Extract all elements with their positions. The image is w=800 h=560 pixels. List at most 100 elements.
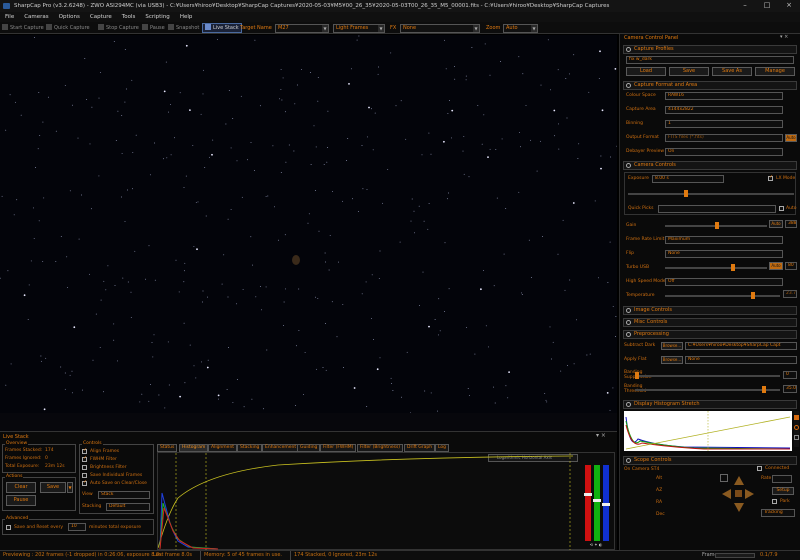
- rate-select[interactable]: [772, 475, 792, 483]
- red-level-bar[interactable]: [585, 465, 591, 541]
- live-stack-close-icon[interactable]: ▾ ×: [596, 432, 606, 439]
- connected-checkbox[interactable]: [757, 466, 762, 471]
- live-histogram-area[interactable]: Logarithmic Horizontal Axis ⟲ ✦ ◐: [157, 452, 615, 550]
- binning-select[interactable]: 1: [665, 120, 783, 128]
- save-profile-button[interactable]: Save: [669, 67, 709, 76]
- clear-button[interactable]: Clear: [6, 482, 36, 493]
- histogram-stretch-graph[interactable]: [624, 411, 792, 451]
- close-button[interactable]: ×: [778, 0, 800, 12]
- scope-controls-header[interactable]: Scope Controls: [623, 456, 797, 465]
- minimize-button[interactable]: –: [734, 0, 756, 12]
- lx-mode-checkbox[interactable]: [768, 174, 773, 181]
- turbo-usb-value[interactable]: 80: [785, 262, 797, 270]
- flip-select[interactable]: None: [665, 250, 783, 258]
- pause-stack-button[interactable]: Pause: [6, 495, 36, 506]
- camera-controls-header[interactable]: Camera Controls: [623, 161, 797, 170]
- turbo-auto-button[interactable]: Auto: [769, 262, 783, 270]
- gain-slider[interactable]: [665, 222, 767, 229]
- snapshot-button[interactable]: Snapshot: [168, 22, 199, 34]
- pause-button[interactable]: Pause: [142, 22, 165, 34]
- green-level-bar[interactable]: [594, 465, 600, 541]
- tab-filter-brightness[interactable]: Filter (Brightness): [357, 444, 404, 452]
- turbo-usb-slider[interactable]: [665, 264, 767, 271]
- live-stack-button[interactable]: Live Stack: [202, 23, 242, 33]
- reset-icon[interactable]: [794, 425, 799, 430]
- dark-browse-button[interactable]: Browse...: [661, 342, 683, 350]
- output-auto-button[interactable]: Auto: [785, 134, 797, 142]
- turbo-slider-thumb[interactable]: [731, 264, 735, 271]
- stop-icon[interactable]: [720, 474, 728, 482]
- exposure-slider-thumb[interactable]: [684, 190, 688, 197]
- brightness-filter-checkbox[interactable]: [82, 465, 87, 470]
- tab-stacking[interactable]: Stacking: [237, 444, 263, 452]
- red-level-handle[interactable]: [584, 493, 592, 496]
- tab-histogram[interactable]: Histogram: [179, 444, 209, 452]
- capture-area-select[interactable]: 4144x2822: [665, 106, 783, 114]
- capture-format-header[interactable]: Capture Format and Area: [623, 81, 797, 90]
- banding-threshold-slider[interactable]: [635, 386, 780, 393]
- exposure-auto-checkbox[interactable]: [779, 206, 784, 211]
- image-controls-header[interactable]: Image Controls: [623, 306, 797, 315]
- fwhm-filter-checkbox[interactable]: [82, 455, 87, 462]
- arrow-right-icon[interactable]: [745, 489, 754, 499]
- gain-slider-thumb[interactable]: [715, 222, 719, 229]
- high-speed-select[interactable]: Off: [665, 278, 783, 286]
- arrow-down-icon[interactable]: [734, 503, 744, 512]
- color-level-bars[interactable]: ⟲ ✦ ◐: [581, 463, 611, 547]
- level-controls-icons[interactable]: ⟲ ✦ ◐: [584, 543, 608, 547]
- preprocessing-header[interactable]: Preprocessing: [623, 330, 797, 339]
- panel-pin-icon[interactable]: ▾ ×: [780, 34, 788, 40]
- scope-direction-pad[interactable]: [720, 474, 756, 516]
- tab-enhancement[interactable]: Enhancement: [262, 444, 300, 452]
- save-individual-checkbox[interactable]: [82, 473, 87, 478]
- fx-select[interactable]: None ▼: [400, 24, 480, 33]
- banding-supp-thumb[interactable]: [635, 372, 639, 379]
- exposure-input[interactable]: 8.00 s: [652, 175, 724, 183]
- tab-status[interactable]: Status: [157, 444, 178, 452]
- histogram-stretch-header[interactable]: Display Histogram Stretch: [623, 400, 797, 409]
- frame-type-select[interactable]: Light Frames ▼: [333, 24, 385, 33]
- save-dropdown-icon[interactable]: ▼: [67, 482, 73, 493]
- tab-log[interactable]: Log: [435, 444, 450, 452]
- menu-file[interactable]: File: [0, 12, 19, 22]
- save-reset-input[interactable]: 10: [68, 523, 86, 531]
- maximize-button[interactable]: □: [756, 0, 778, 12]
- arrow-up-icon[interactable]: [734, 476, 744, 485]
- banding-supp-value[interactable]: 0: [783, 371, 797, 379]
- menu-help[interactable]: Help: [175, 12, 198, 22]
- exposure-slider[interactable]: [628, 190, 794, 197]
- output-format-select[interactable]: FITS files (*.fits): [665, 134, 783, 142]
- setup-button[interactable]: Setup: [772, 487, 794, 495]
- profile-select[interactable]: fix w_dark: [626, 56, 794, 64]
- park-checkbox[interactable]: [772, 499, 777, 504]
- align-frames-checkbox[interactable]: [82, 447, 87, 454]
- arrow-left-icon[interactable]: [722, 489, 731, 499]
- zoom-select[interactable]: Auto ▼: [503, 24, 538, 33]
- menu-scripting[interactable]: Scripting: [140, 12, 174, 22]
- load-profile-button[interactable]: Load: [626, 67, 666, 76]
- frame-rate-select[interactable]: Maximum: [665, 236, 783, 244]
- image-viewer[interactable]: [0, 35, 617, 413]
- tracking-select[interactable]: Tracking: [761, 509, 795, 517]
- lightning-icon[interactable]: [794, 415, 799, 420]
- apply-flat-select[interactable]: None: [685, 356, 797, 364]
- tab-drift-graph[interactable]: Drift Graph: [404, 444, 436, 452]
- stacking-select[interactable]: Default: [106, 503, 150, 511]
- flat-browse-button[interactable]: Browse...: [661, 356, 683, 364]
- green-level-handle[interactable]: [593, 499, 601, 502]
- menu-options[interactable]: Options: [54, 12, 85, 22]
- menu-capture[interactable]: Capture: [85, 12, 117, 22]
- menu-cameras[interactable]: Cameras: [19, 12, 53, 22]
- gain-auto-button[interactable]: Auto: [769, 220, 783, 228]
- gain-value[interactable]: 388: [785, 220, 797, 228]
- manage-profile-button[interactable]: Manage: [755, 67, 795, 76]
- quick-picks-select[interactable]: [658, 205, 776, 213]
- blue-level-handle[interactable]: [602, 503, 610, 506]
- banding-supp-slider[interactable]: [635, 372, 780, 379]
- view-select[interactable]: Stack: [98, 491, 150, 499]
- save-reset-checkbox[interactable]: [6, 525, 11, 530]
- subtract-dark-select[interactable]: C:¥Users¥hiroo¥Desktop¥SharpCap Capt: [685, 342, 797, 350]
- save-stack-button[interactable]: Save: [40, 482, 66, 493]
- banding-threshold-value[interactable]: 35.0: [783, 385, 797, 393]
- stop-capture-button[interactable]: Stop Capture: [98, 22, 139, 34]
